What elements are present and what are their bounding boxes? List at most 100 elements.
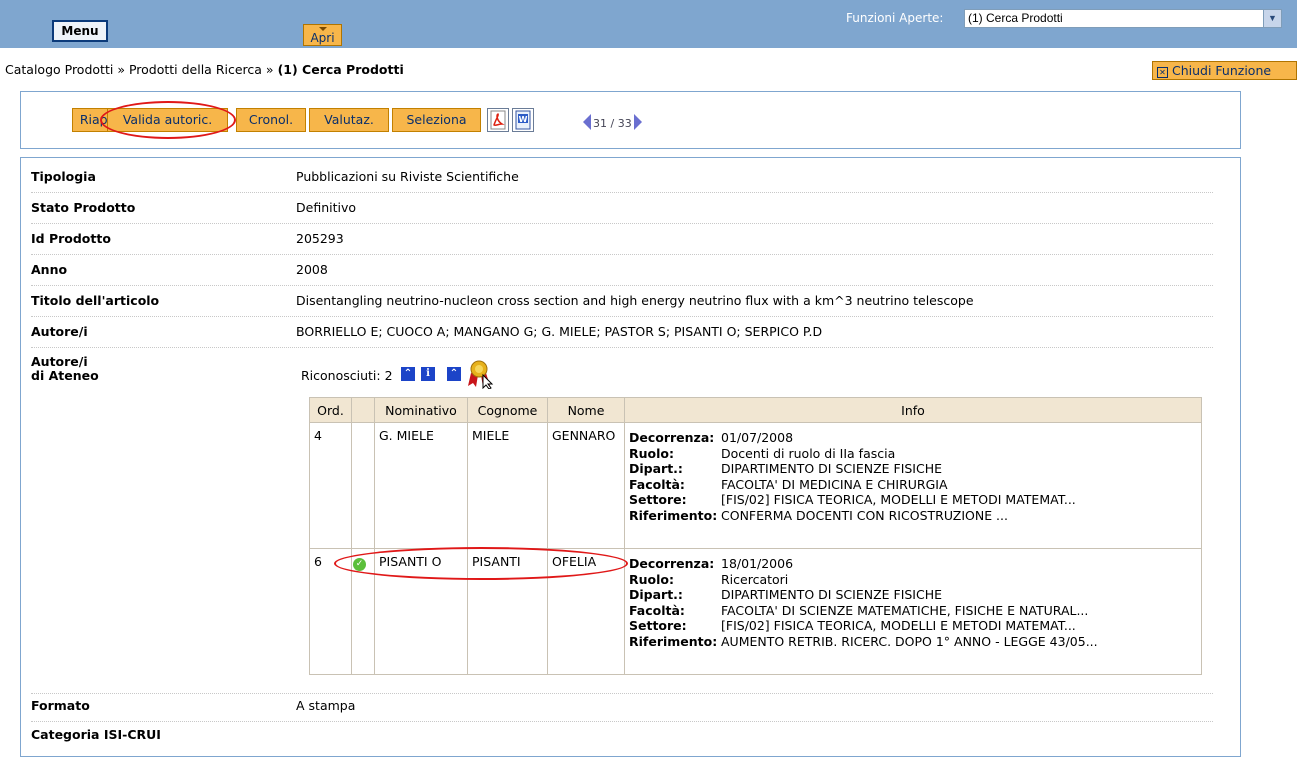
info-value: 18/01/2006 [721, 556, 794, 571]
info-value: FACOLTA' DI SCIENZE MATEMATICHE, FISICHE… [721, 602, 1089, 618]
cell-nome: OFELIA [547, 548, 625, 675]
info-grid: Decorrenza: 01/07/2008 Ruolo: Docenti di r… [629, 430, 1197, 523]
cell-ord: 4 [309, 422, 352, 549]
word-icon-graphic: W [515, 110, 531, 130]
cell-status [351, 422, 375, 549]
cell-cognome: MIELE [467, 422, 548, 549]
evaluate-button[interactable]: Valutaz. [309, 108, 389, 132]
double-chevron-up-icon[interactable]: ⌃ [401, 367, 415, 381]
col-header-ord: Ord. [309, 397, 352, 423]
field-label: Tipologia [31, 169, 96, 184]
open-functions-label: Funzioni Aperte: [846, 11, 944, 25]
col-header-status [351, 397, 375, 423]
open-button[interactable]: Apri [303, 24, 342, 46]
open-functions-value: (1) Cerca Prodotti [968, 11, 1063, 25]
cell-status: ✓ [351, 548, 375, 675]
field-label: Id Prodotto [31, 231, 111, 246]
row-divider [31, 347, 1213, 348]
field-value: Pubblicazioni su Riviste Scientifiche [296, 169, 519, 184]
arrow-right-icon[interactable] [633, 114, 642, 130]
info-key: Decorrenza: [629, 556, 715, 571]
info-key: Dipart.: [629, 587, 683, 602]
check-circle-icon: ✓ [353, 558, 366, 571]
row-divider [31, 285, 1213, 286]
award-ribbon-icon[interactable] [464, 359, 496, 389]
pager: 31 / 33 [583, 114, 642, 130]
breadcrumb-item-catalog[interactable]: Catalogo Prodotti [5, 62, 113, 77]
table-row[interactable]: 4 G. MIELE MIELE GENNARO Decorrenza: 01/0… [309, 422, 1202, 549]
info-key: Riferimento: [629, 633, 718, 649]
info-key: Dipart.: [629, 461, 683, 476]
info-key: Ruolo: [629, 571, 674, 587]
cell-nominativo: PISANTI O [374, 548, 468, 675]
breadcrumb-separator: » [265, 62, 274, 77]
info-value: DIPARTIMENTO DI SCIENZE FISICHE [721, 461, 943, 476]
info-key: Decorrenza: [629, 430, 715, 445]
field-value: Disentangling neutrino-nucleon cross sec… [296, 293, 974, 308]
col-header-cognome: Cognome [467, 397, 548, 423]
pdf-icon-graphic [490, 110, 506, 130]
close-icon: ✕ [1157, 67, 1168, 78]
chevron-down-icon[interactable]: ▼ [1263, 10, 1281, 27]
info-value: FACOLTA' DI MEDICINA E CHIRURGIA [721, 476, 948, 492]
svg-text:W: W [519, 115, 528, 124]
info-value: AUMENTO RETRIB. RICERC. DOPO 1° ANNO - L… [721, 633, 1098, 649]
validate-button[interactable]: Valida autoric. [107, 108, 228, 132]
row-divider [31, 192, 1213, 193]
category-label: Categoria ISI-CRUI [31, 727, 161, 742]
cell-info: Decorrenza: 01/07/2008 Ruolo: Docenti di r… [624, 422, 1202, 549]
info-key: Facoltà: [629, 476, 685, 492]
table-row[interactable]: 6 ✓ PISANTI O PISANTI OFELIA Decorrenza:… [309, 548, 1202, 675]
field-value: 2008 [296, 262, 328, 277]
field-label: Anno [31, 262, 68, 277]
info-key: Settore: [629, 618, 687, 633]
select-button[interactable]: Seleziona [392, 108, 481, 132]
info-key: Riferimento: [629, 507, 718, 523]
info-value: [FIS/02] FISICA TEORICA, MODELLI E METOD… [721, 492, 1076, 507]
info-value: Docenti di ruolo di IIa fascia [721, 445, 896, 461]
caret-down-icon [319, 27, 327, 31]
info-value: 01/07/2008 [721, 430, 794, 445]
format-label: Formato [31, 698, 90, 713]
field-value: 205293 [296, 231, 344, 246]
breadcrumb-separator: » [117, 62, 125, 77]
breadcrumb-item-research-products[interactable]: Prodotti della Ricerca [129, 62, 262, 77]
row-divider [31, 316, 1213, 317]
cell-nome: GENNARO [547, 422, 625, 549]
row-divider [31, 693, 1213, 694]
pdf-icon[interactable] [487, 108, 509, 132]
info-value: CONFERMA DOCENTI CON RICOSTRUZIONE ... [721, 507, 1008, 523]
info-key: Facoltà: [629, 602, 685, 618]
format-value: A stampa [296, 698, 356, 713]
row-divider [31, 254, 1213, 255]
authors-label-line1: Autore/i [31, 354, 88, 369]
info-key: Settore: [629, 492, 687, 507]
cell-info: Decorrenza: 18/01/2006 Ruolo: Ricercatori … [624, 548, 1202, 675]
open-functions-select[interactable]: (1) Cerca Prodotti ▼ [964, 9, 1282, 28]
menu-button[interactable]: Menu [52, 20, 108, 42]
recognized-count: Riconosciuti: 2 [301, 368, 393, 383]
info-grid: Decorrenza: 18/01/2006 Ruolo: Ricercatori … [629, 556, 1197, 649]
col-header-nome: Nome [547, 397, 625, 423]
authors-section-label: Autore/i di Ateneo [31, 355, 99, 383]
info-value: DIPARTIMENTO DI SCIENZE FISICHE [721, 587, 943, 602]
info-key: Ruolo: [629, 445, 674, 461]
field-label: Stato Prodotto [31, 200, 136, 215]
info-value: Ricercatori [721, 571, 789, 587]
row-divider [31, 721, 1213, 722]
breadcrumb: Catalogo Prodotti » Prodotti della Ricer… [5, 62, 404, 77]
col-header-info: Info [624, 397, 1202, 423]
open-button-label: Apri [310, 31, 335, 45]
arrow-left-icon[interactable] [583, 114, 591, 130]
close-function-button[interactable]: ✕ Chiudi Funzione [1152, 61, 1297, 80]
col-header-nominativo: Nominativo [374, 397, 468, 423]
breadcrumb-current: (1) Cerca Prodotti [277, 62, 404, 77]
double-chevron-up-icon[interactable]: ⌃ [447, 367, 461, 381]
word-icon[interactable]: W [512, 108, 534, 132]
info-icon[interactable]: i [421, 367, 435, 381]
field-label: Titolo dell'articolo [31, 293, 160, 308]
pager-text: 31 / 33 [593, 117, 632, 130]
chronology-button[interactable]: Cronol. [236, 108, 306, 132]
cell-ord: 6 [309, 548, 352, 675]
row-divider [31, 223, 1213, 224]
